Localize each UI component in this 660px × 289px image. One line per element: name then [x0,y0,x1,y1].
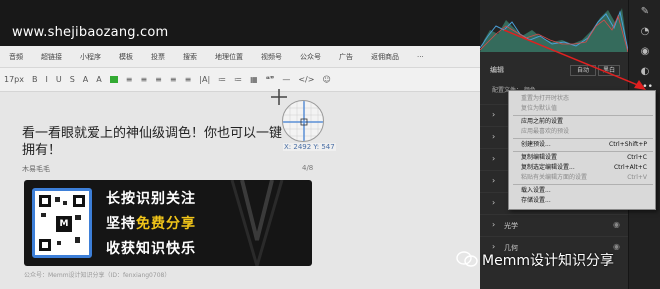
format-tool[interactable]: ≔ [230,75,246,84]
menubar-item[interactable]: 广告 [330,52,362,62]
image-source-caption: 公众号：Memm设计知识分享（ID：fenxiang0708） [24,272,171,279]
settings-context-menu: 重置为打开时状态 复位为默认值 应用之前的设置 应用最喜欢的预设 创建预设... Ctrl… [508,90,656,210]
format-tool[interactable]: </> [294,75,318,84]
format-tool[interactable]: — [278,75,294,84]
cursor-coordinates: X: 2492 Y: 547 [283,143,336,151]
section-optics[interactable]: › 光学 ◉ [480,214,628,236]
format-tool[interactable]: A [92,75,105,84]
color-picker-loupe [282,100,324,142]
document-canvas[interactable]: 看一看眼就爱上的神仙级调色！你也可以一键拥有！ 木易毛毛 4/8 M 长按识别关… [0,92,480,289]
qr-code-icon: M [32,188,92,258]
menubar-item[interactable]: 视频号 [252,52,291,62]
context-menu-item[interactable]: 复位为默认值 [521,105,651,113]
color-swatch[interactable] [109,76,118,83]
context-menu-item[interactable]: 创建预设... Ctrl+Shift+P [521,141,651,149]
menu-item-label: 应用之前的设置 [521,118,564,125]
context-menu-item[interactable]: 粘贴有关编辑方面的设置 Ctrl+V [521,174,651,182]
format-tool[interactable]: ☺ [318,75,334,84]
brand-watermark: Memm设计知识分享 [456,250,614,270]
menu-item-shortcut: Ctrl+Alt+C [613,164,647,171]
annotation-arrow [503,29,646,90]
insert-menubar: 音頻 超链接 小程序 模板 投票 搜索 地理位置 视频号 公众号 广告 返佣商品 ··· [0,46,480,68]
context-menu-item[interactable]: 存储设置... [521,197,651,205]
context-menu-item[interactable]: 载入设置... [521,187,651,195]
article-author: 木易毛毛 [22,165,50,173]
context-menu-item[interactable]: 应用之前的设置 [521,118,651,126]
banner-highlight: 免费分享 [136,216,196,232]
format-tool[interactable]: ≡ [166,75,181,84]
chevron-right-icon: › [492,132,496,141]
menu-item-label: 存储设置... [521,197,551,204]
font-size-select[interactable]: 17px [0,75,28,84]
chevron-right-icon: › [492,110,496,119]
menubar-item[interactable]: 公众号 [291,52,330,62]
menu-item-shortcut: Ctrl+C [627,154,647,161]
menubar-item[interactable]: 返佣商品 [362,52,408,62]
follow-banner-image[interactable]: M 长按识别关注 坚持免费分享 收获知识快乐 [24,180,312,266]
visibility-eye-icon[interactable]: ◉ [613,242,620,251]
context-menu-item[interactable]: 复制编辑设置 Ctrl+C [521,154,651,162]
context-menu-item[interactable]: 复制选定编辑设置... Ctrl+Alt+C [521,164,651,172]
format-tool[interactable]: B [28,75,42,84]
qr-logo: M [56,216,72,232]
menu-separator [513,151,653,152]
menubar-item[interactable]: 地理位置 [206,52,252,62]
chevron-right-icon: › [492,176,496,185]
format-tool[interactable]: |A| [195,75,214,84]
menubar-item[interactable]: 超链接 [32,52,71,62]
chevron-right-icon: › [492,198,496,207]
menu-item-shortcut: Ctrl+Shift+P [609,141,647,148]
menu-item-label: 复位为默认值 [521,105,558,112]
menu-item-label: 载入设置... [521,187,551,194]
format-tool[interactable]: ≡ [181,75,196,84]
menubar-item[interactable]: 音頻 [0,52,32,62]
menu-item-label: 复制选定编辑设置... [521,164,575,171]
menubar-item[interactable]: 搜索 [174,52,206,62]
article-title[interactable]: 看一看眼就爱上的神仙级调色！你也可以一键拥有！ [22,125,284,159]
menu-item-shortcut: Ctrl+V [627,174,647,181]
banner-line-2: 坚持免费分享 [106,216,196,232]
menu-item-label: 应用最喜欢的预设 [521,128,570,135]
format-tool[interactable]: ≡ [151,75,166,84]
banner-line-1: 长按识别关注 [106,191,196,207]
section-label: 光学 [504,222,518,230]
image-counter: 4/8 [302,164,314,172]
chevron-right-icon: › [492,220,496,229]
menubar-item[interactable]: ··· [408,53,433,61]
crosshair-cursor-icon [271,89,287,105]
menubar-item[interactable]: 小程序 [71,52,110,62]
menu-separator [513,115,653,116]
brush-icon[interactable]: ✎ [639,6,651,18]
format-tool[interactable]: ▦ [246,75,262,84]
format-tool[interactable]: A [79,75,92,84]
context-menu-item[interactable]: 重置为打开时状态 [521,95,651,103]
format-tool[interactable]: ≡ [122,75,137,84]
format-tool[interactable]: U [52,75,66,84]
article-editor: www.shejibaozang.com 音頻 超链接 小程序 模板 投票 搜索 地理位置视… [0,0,480,289]
menu-item-label: 重置为打开时状态 [521,95,570,102]
menu-separator [513,138,653,139]
menu-item-label: 复制编辑设置 [521,154,558,161]
chevron-right-icon: › [492,154,496,163]
banner-decoration [230,180,284,266]
loupe-grid-icon [283,101,323,141]
wechat-icon [456,251,478,267]
format-tool[interactable]: I [42,75,52,84]
context-menu-item[interactable]: 应用最喜欢的预设 [521,128,651,136]
site-watermark: www.shejibaozang.com [12,25,169,40]
format-tool[interactable]: ≡ [136,75,151,84]
format-tool[interactable]: ❝❞ [262,75,279,84]
menubar-item[interactable]: 模板 [110,52,142,62]
menu-item-label: 创建预设... [521,141,551,148]
menu-item-label: 粘贴有关编辑方面的设置 [521,174,588,181]
banner-line-3: 收获知识快乐 [106,241,196,257]
format-tool[interactable]: S [66,75,79,84]
visibility-eye-icon[interactable]: ◉ [613,220,620,229]
brand-name: Memm设计知识分享 [482,253,614,269]
menubar-item[interactable]: 投票 [142,52,174,62]
menu-separator [513,184,653,185]
format-tool[interactable]: ≔ [214,75,230,84]
format-toolbar: 17px B I U S A A ≡ ≡ ≡ ≡ ≡ |A| ≔ ≔ ▦ ❝❞ — </> ☺ [0,68,480,92]
